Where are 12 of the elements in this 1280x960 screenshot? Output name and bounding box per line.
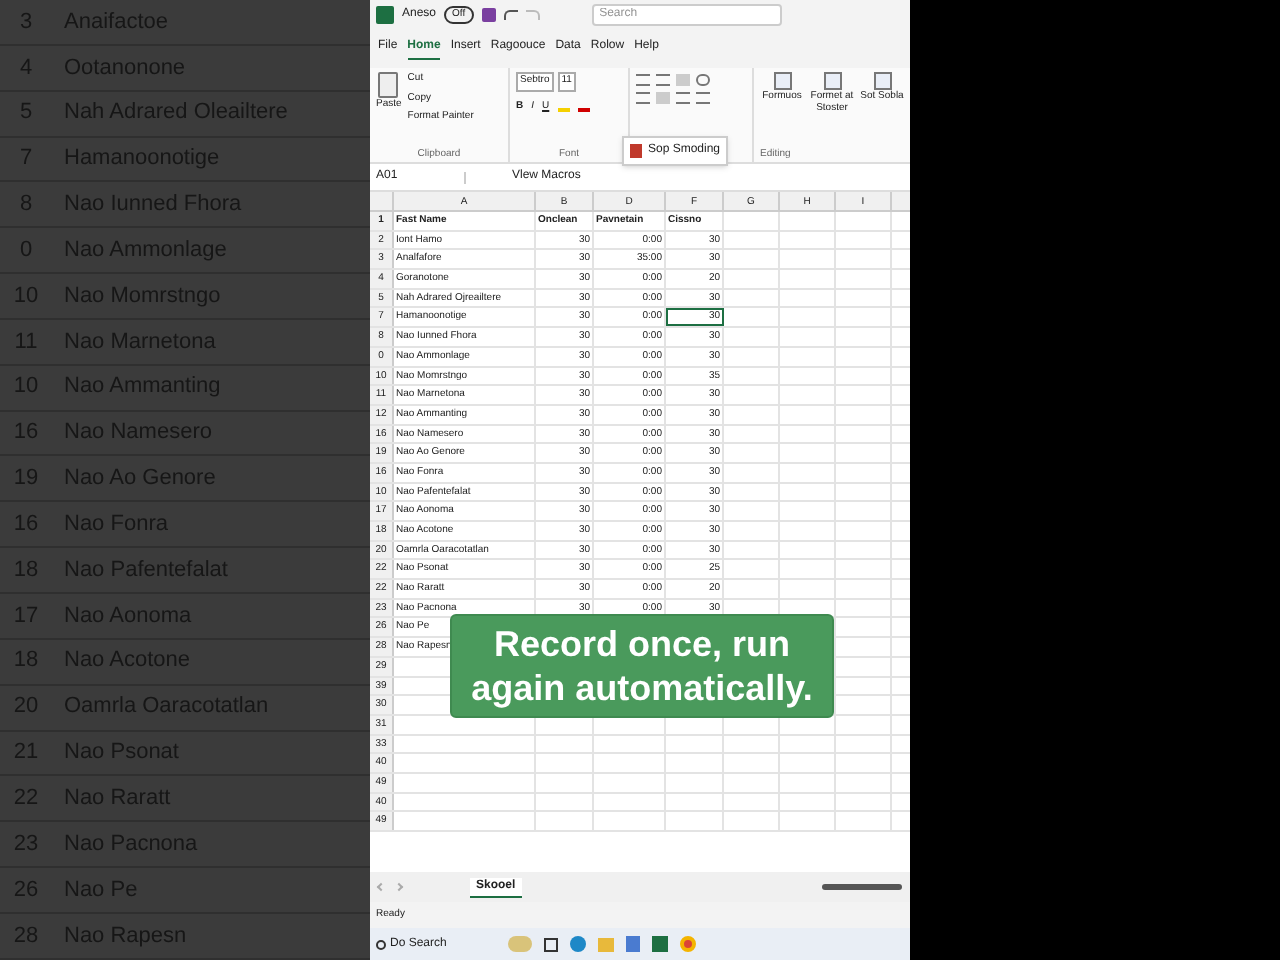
align-top-icon[interactable] bbox=[636, 74, 650, 86]
caption-text: again automatically. bbox=[471, 666, 813, 710]
align-right-icon[interactable] bbox=[676, 92, 690, 104]
align-left-icon[interactable] bbox=[636, 92, 650, 104]
search-icon bbox=[376, 939, 386, 949]
align-middle-icon[interactable] bbox=[656, 74, 670, 86]
scroll-bar bbox=[822, 884, 902, 890]
paste-icon[interactable] bbox=[378, 72, 399, 98]
stop-icon bbox=[630, 144, 642, 158]
indent-icon[interactable] bbox=[696, 92, 710, 104]
undo-icon[interactable] bbox=[503, 9, 518, 19]
task-view-icon[interactable] bbox=[544, 937, 558, 951]
